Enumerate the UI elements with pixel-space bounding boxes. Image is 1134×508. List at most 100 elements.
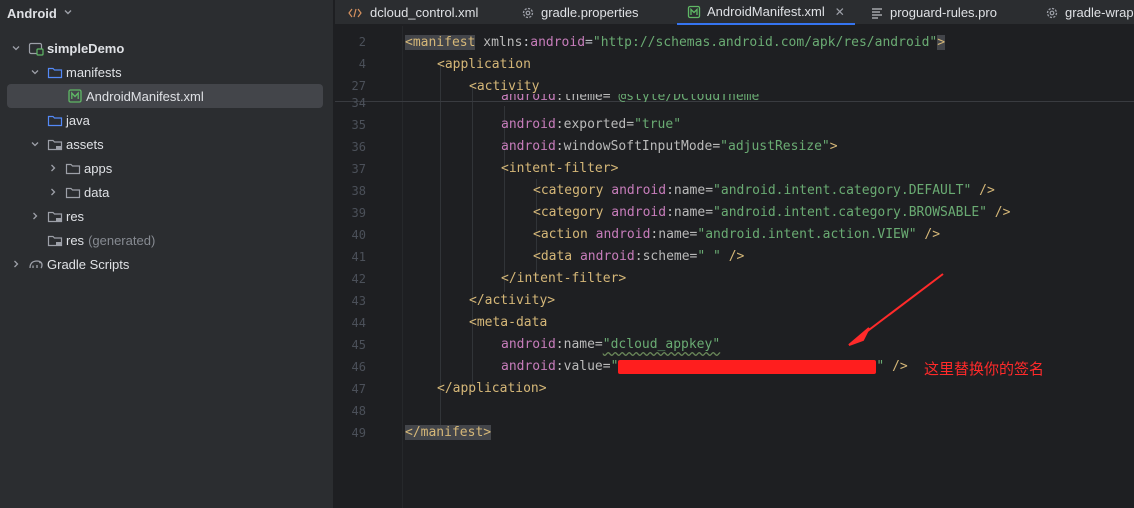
project-tree: simpleDemo manifests AndroidManifest.xml… [0,36,334,276]
chevron-down-icon[interactable] [29,67,41,77]
folder-icon [47,208,63,224]
code-line: <meta-data [469,315,548,330]
line-number: 38 [351,184,366,198]
manifest-file-icon [67,88,83,104]
line-number: 44 [351,316,366,330]
line-number: 45 [351,338,366,352]
tree-item-manifests[interactable]: manifests [0,60,334,84]
tab-gradle-wrapper[interactable]: gradle-wrap [1045,0,1134,25]
tree-item-simpledemo[interactable]: simpleDemo [0,36,334,60]
line-number: 37 [351,162,366,176]
line-number: 42 [351,272,366,286]
project-view-title: Android [7,5,57,21]
line-number: 43 [351,294,366,308]
annotation-text: 这里替换你的签名 [924,361,1045,378]
line-number: 27 [351,79,366,93]
gear-icon [521,6,535,20]
code-line: android:exported="true" [501,117,682,132]
annotation-arrow-icon [848,273,944,346]
editor-tab-bar: dcloud_control.xml gradle.properties And… [335,0,1134,25]
tree-item-label: AndroidManifest.xml [86,88,204,104]
tree-item-gradle-scripts[interactable]: Gradle Scripts [0,252,334,276]
code-line: <action android:name="android.intent.act… [533,227,941,242]
code-line: <data android:scheme=" " /> [533,249,745,264]
project-view-selector[interactable]: Android [7,3,73,23]
line-number: 36 [351,140,366,154]
folder-icon [47,232,63,248]
tab-androidmanifest[interactable]: AndroidManifest.xml ✕ [677,0,855,25]
close-icon[interactable]: ✕ [835,5,845,19]
text-file-icon [870,6,884,20]
code-line: </intent-filter> [501,271,627,286]
code-line: </application> [437,381,547,396]
tree-item-res[interactable]: res [0,204,334,228]
code-line: <category android:name="android.intent.c… [533,205,1011,220]
tab-label: dcloud_control.xml [370,5,479,20]
line-number: 2 [358,35,366,49]
tab-gradle-properties[interactable]: gradle.properties [521,0,639,25]
line-number: 47 [351,382,366,396]
line-number: 46 [351,360,366,374]
tree-item-label: manifests [66,64,122,80]
chevron-right-icon[interactable] [10,259,22,269]
tree-item-java[interactable]: java [0,108,334,132]
manifest-file-icon [687,5,701,19]
gradle-icon [28,256,44,272]
chevron-right-icon[interactable] [47,163,59,173]
tree-item-label: res [66,208,85,224]
folder-icon [47,112,63,128]
tree-item-label: res [66,232,85,248]
tab-label: gradle.properties [541,5,639,20]
tree-item-label: apps [84,160,113,176]
code-line: </activity> [469,293,556,308]
chevron-down-icon [63,7,73,20]
tree-item-label: java [66,112,90,128]
code-line: android:value=" " /> [501,359,908,374]
code-line: <manifest xmlns:android="http://schemas.… [405,35,946,50]
tab-label: gradle-wrap [1065,5,1134,20]
xml-icon [348,6,364,20]
line-number: 34 [351,96,366,110]
tree-item-assets[interactable]: assets [0,132,334,156]
code-line: <application [437,57,531,72]
folder-icon [47,136,63,152]
line-number: 48 [351,404,366,418]
tab-dcloud-control[interactable]: dcloud_control.xml [348,0,478,25]
chevron-right-icon[interactable] [47,187,59,197]
line-number: 41 [351,250,366,264]
tab-label: AndroidManifest.xml [707,4,825,19]
code-line: <category android:name="android.intent.c… [533,183,995,198]
code-line: android:name="dcloud_appkey" [501,337,721,352]
tree-item-data[interactable]: data [0,180,334,204]
gear-icon [1045,6,1059,20]
folder-icon [65,160,81,176]
redacted-signature [618,359,877,374]
line-number-gutter: 2 4 27 34 35 36 37 38 39 40 41 42 43 44 … [335,26,401,508]
tab-label: proguard-rules.pro [890,5,997,20]
tab-proguard-rules[interactable]: proguard-rules.pro [870,0,997,25]
project-tool-window: Android simpleDemo manifests AndroidMani… [0,0,334,508]
chevron-right-icon[interactable] [29,211,41,221]
tree-item-androidmanifest[interactable]: AndroidManifest.xml [7,84,323,108]
folder-icon [65,184,81,200]
code-line: android:theme="@style/DCloudTheme" [501,94,768,102]
code-line: </manifest> [405,425,492,440]
tree-item-res-generated[interactable]: res (generated) [0,228,334,252]
code-line: <intent-filter> [501,161,619,176]
tree-item-label: simpleDemo [47,40,125,56]
chevron-down-icon[interactable] [29,139,41,149]
line-number: 4 [358,57,366,71]
line-number: 49 [351,426,366,440]
tree-item-apps[interactable]: apps [0,156,334,180]
line-number: 39 [351,206,366,220]
module-icon [28,40,44,56]
code-line: android:windowSoftInputMode="adjustResiz… [501,139,838,154]
chevron-down-icon[interactable] [10,43,22,53]
line-number: 40 [351,228,366,242]
tree-item-label: data [84,184,110,200]
tree-item-label: Gradle Scripts [47,256,130,272]
line-number: 35 [351,118,366,132]
tree-item-suffix: (generated) [88,232,156,248]
tree-item-label: assets [66,136,104,152]
code-editor[interactable]: 2 4 27 34 35 36 37 38 39 40 41 42 43 44 … [335,26,1134,508]
